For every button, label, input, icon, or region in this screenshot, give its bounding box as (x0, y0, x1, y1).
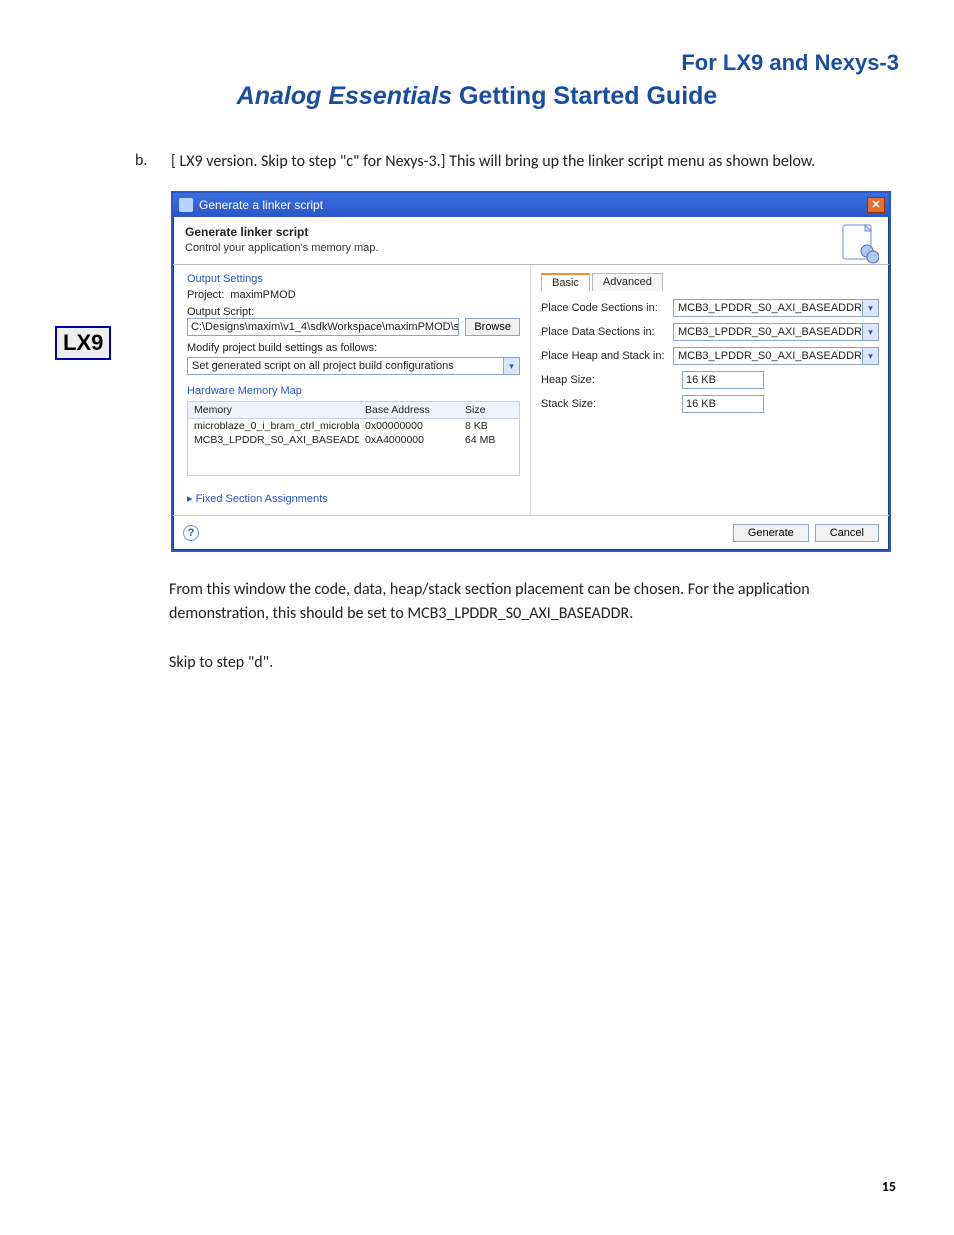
chevron-down-icon: ▾ (503, 358, 519, 374)
linker-script-dialog: Generate a linker script ✕ Generate link… (171, 191, 891, 552)
build-config-select[interactable]: Set generated script on all project buil… (187, 357, 520, 375)
step-text: [ LX9 version. Skip to step "c" for Nexy… (171, 151, 815, 173)
help-icon[interactable]: ? (183, 525, 199, 541)
output-settings-group: Output Settings (187, 273, 520, 285)
dialog-head-subtitle: Control your application's memory map. (185, 242, 877, 254)
dialog-title-text: Generate a linker script (199, 198, 323, 212)
place-data-value: MCB3_LPDDR_S0_AXI_BASEADDR (678, 326, 862, 338)
heap-size-input[interactable]: 16 KB (682, 371, 764, 389)
memory-cell: MCB3_LPDDR_S0_AXI_BASEADDR (188, 433, 359, 447)
chevron-down-icon: ▾ (862, 348, 878, 364)
output-script-input[interactable]: C:\Designs\maxim\v1_4\sdkWorkspace\maxim… (187, 318, 459, 336)
col-size-header: Size (459, 402, 519, 418)
generate-button[interactable]: Generate (733, 524, 809, 542)
cancel-button[interactable]: Cancel (815, 524, 879, 542)
dialog-app-icon (179, 198, 193, 212)
chevron-down-icon: ▾ (862, 324, 878, 340)
base-cell: 0x00000000 (359, 419, 459, 433)
step-label: b. (135, 151, 157, 173)
place-heap-select[interactable]: MCB3_LPDDR_S0_AXI_BASEADDR ▾ (673, 347, 879, 365)
body-paragraph-1: From this window the code, data, heap/st… (169, 578, 859, 624)
title-italic: Analog Essentials (237, 82, 452, 110)
project-label: Project: (187, 289, 224, 301)
fixed-section-assignments-toggle[interactable]: Fixed Section Assignments (187, 492, 520, 505)
tab-basic[interactable]: Basic (541, 273, 590, 291)
page-title: Analog Essentials Getting Started Guide (55, 82, 899, 111)
dialog-titlebar: Generate a linker script ✕ (173, 193, 889, 217)
place-heap-value: MCB3_LPDDR_S0_AXI_BASEADDR (678, 350, 862, 362)
stack-size-input[interactable]: 16 KB (682, 395, 764, 413)
col-memory-header: Memory (188, 402, 359, 418)
output-script-label: Output Script: (187, 306, 520, 318)
place-code-select[interactable]: MCB3_LPDDR_S0_AXI_BASEADDR ▾ (673, 299, 879, 317)
modify-build-label: Modify project build settings as follows… (187, 342, 520, 354)
hardware-memory-map-group: Hardware Memory Map (187, 385, 520, 397)
body-paragraph-2: Skip to step "d". (169, 651, 859, 674)
header-device-line: For LX9 and Nexys-3 (55, 50, 899, 76)
close-icon[interactable]: ✕ (867, 197, 885, 213)
title-rest: Getting Started Guide (452, 82, 717, 110)
place-heap-label: Place Heap and Stack in: (541, 350, 667, 362)
chevron-down-icon: ▾ (862, 300, 878, 316)
size-cell: 8 KB (459, 419, 519, 433)
place-code-label: Place Code Sections in: (541, 302, 667, 314)
build-config-select-value: Set generated script on all project buil… (192, 360, 454, 372)
browse-button[interactable]: Browse (465, 318, 520, 336)
col-base-header: Base Address (359, 402, 459, 418)
project-value: maximPMOD (230, 289, 295, 301)
place-data-label: Place Data Sections in: (541, 326, 667, 338)
memory-cell: microblaze_0_i_bram_ctrl_microblaze… (188, 419, 359, 433)
table-row[interactable]: microblaze_0_i_bram_ctrl_microblaze… 0x0… (188, 419, 519, 433)
base-cell: 0xA4000000 (359, 433, 459, 447)
page-number: 15 (882, 1178, 896, 1195)
heap-size-label: Heap Size: (541, 374, 676, 386)
lx9-badge: LX9 (55, 326, 111, 360)
tab-advanced[interactable]: Advanced (592, 273, 663, 291)
place-code-value: MCB3_LPDDR_S0_AXI_BASEADDR (678, 302, 862, 314)
stack-size-label: Stack Size: (541, 398, 676, 410)
table-row[interactable]: MCB3_LPDDR_S0_AXI_BASEADDR 0xA4000000 64… (188, 433, 519, 447)
size-cell: 64 MB (459, 433, 519, 447)
memory-map-table: Memory Base Address Size microblaze_0_i_… (187, 401, 520, 476)
linker-chain-icon (839, 223, 879, 267)
place-data-select[interactable]: MCB3_LPDDR_S0_AXI_BASEADDR ▾ (673, 323, 879, 341)
dialog-head-title: Generate linker script (185, 225, 877, 239)
